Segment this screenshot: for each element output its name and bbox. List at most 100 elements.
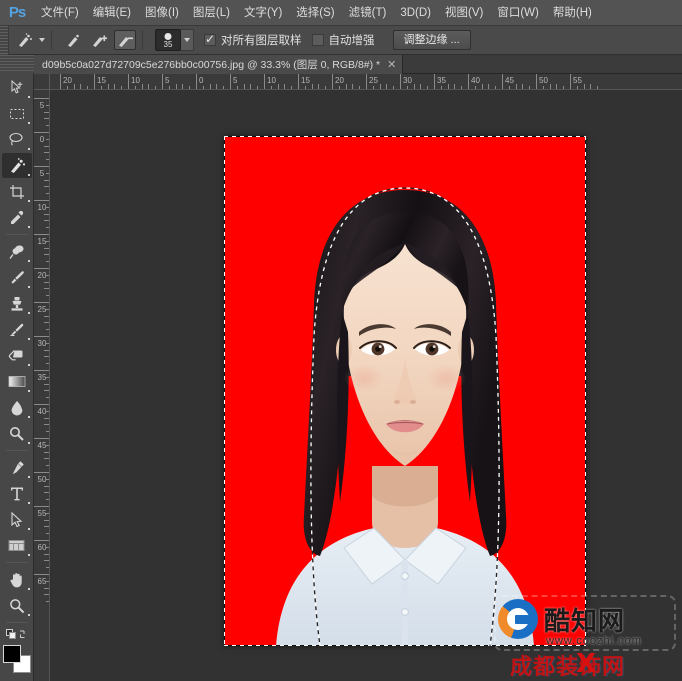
ruler-tick-minor: [46, 206, 49, 208]
add-to-selection-mode-icon[interactable]: [88, 30, 110, 50]
ruler-tick-minor: [66, 86, 68, 89]
ruler-tick-minor: [46, 193, 49, 195]
vertical-ruler[interactable]: 5 0 5 10 15 20 25 30 35 40 45 50 55 60 65: [34, 90, 50, 681]
menu-select[interactable]: 选择(S): [289, 0, 341, 26]
ruler-tick-minor: [44, 118, 49, 120]
ruler-tick-minor: [44, 560, 49, 562]
clone-stamp-tool[interactable]: [2, 291, 32, 316]
ruler-label: 20: [63, 76, 72, 85]
zoom-tool[interactable]: [2, 593, 32, 618]
ruler-tick-minor: [46, 342, 49, 344]
subtract-from-selection-mode-icon[interactable]: [114, 30, 136, 50]
pen-tool[interactable]: [2, 455, 32, 480]
rectangle-tool[interactable]: [2, 533, 32, 558]
history-brush-tool[interactable]: [2, 317, 32, 342]
brush-size-preview[interactable]: 35: [155, 29, 181, 51]
menu-image[interactable]: 图像(I): [138, 0, 186, 26]
new-selection-mode-icon[interactable]: [62, 30, 84, 50]
color-swatches[interactable]: [2, 644, 32, 674]
ruler-tick-minor: [549, 84, 551, 89]
ruler-tick-minor: [257, 86, 259, 89]
ruler-tick-minor: [270, 86, 272, 89]
tool-group-indicator: [27, 286, 30, 288]
horizontal-type-tool[interactable]: [2, 481, 32, 506]
menu-edit[interactable]: 编辑(E): [86, 0, 138, 26]
blur-tool[interactable]: [2, 395, 32, 420]
ruler-tick-minor: [44, 179, 49, 181]
ruler-tick-minor: [44, 152, 49, 154]
ruler-tick-major: [34, 302, 49, 303]
tool-group-indicator: [27, 364, 30, 366]
refine-edge-button[interactable]: 调整边缘 ...: [392, 30, 471, 50]
spot-healing-brush-tool[interactable]: [2, 239, 32, 264]
ruler-tick-minor: [406, 86, 408, 89]
brush-options-chevron-down-icon[interactable]: [181, 29, 194, 51]
ruler-tick-minor: [488, 84, 490, 89]
eraser-tool[interactable]: [2, 343, 32, 368]
ruler-tick-minor: [134, 86, 136, 89]
document-canvas[interactable]: [224, 136, 586, 646]
tools-panel-grip[interactable]: [0, 55, 34, 73]
menu-3d[interactable]: 3D(D): [393, 0, 438, 26]
rectangular-marquee-tool[interactable]: [2, 101, 32, 126]
photoshop-window: Ps 文件(F) 编辑(E) 图像(I) 图层(L) 文字(Y) 选择(S) 滤…: [0, 0, 682, 681]
quick-selection-tool-icon[interactable]: [13, 30, 35, 50]
quick-selection-tool[interactable]: [1, 153, 32, 178]
gradient-tool[interactable]: [2, 369, 32, 394]
document-tab[interactable]: d09b5c0a027d72709c5e276bb0c00756.jpg @ 3…: [34, 55, 404, 74]
ruler-tick-minor: [44, 458, 49, 460]
crop-tool[interactable]: [2, 179, 32, 204]
ruler-tick-minor: [223, 86, 225, 89]
ruler-tick-major: [34, 132, 49, 133]
tools-divider-1: [5, 234, 28, 235]
ruler-tick-major: [366, 74, 367, 89]
options-divider-1: [51, 30, 52, 50]
menu-filter[interactable]: 滤镜(T): [342, 0, 394, 26]
move-tool[interactable]: [2, 75, 32, 100]
menu-view[interactable]: 视图(V): [438, 0, 490, 26]
ruler-tick-minor: [46, 227, 49, 229]
auto-enhance-checkbox-group[interactable]: 自动增强: [311, 32, 375, 48]
menu-help[interactable]: 帮助(H): [546, 0, 599, 26]
ruler-tick-major: [34, 438, 49, 439]
tool-preset-chevron-down-icon[interactable]: [39, 38, 45, 42]
tools-divider-2: [5, 450, 28, 451]
ruler-label: 50: [539, 76, 548, 85]
canvas-area[interactable]: 酷知网 www.coozhi.com 成都装饰网 成都装饰网 X: [50, 90, 682, 681]
horizontal-ruler[interactable]: 20 15 10 5 0 5 10 15 20 25 30 35 40 45 50 55: [50, 74, 682, 90]
menu-layer[interactable]: 图层(L): [186, 0, 237, 26]
ruler-tick-minor: [46, 295, 49, 297]
foreground-color-swatch[interactable]: [2, 645, 21, 663]
options-bar-grip[interactable]: [0, 25, 9, 55]
close-icon[interactable]: ✕: [387, 59, 396, 70]
hand-tool[interactable]: [2, 567, 32, 592]
dodge-tool[interactable]: [2, 421, 32, 446]
ruler-tick-major: [60, 74, 61, 89]
menu-type[interactable]: 文字(Y): [237, 0, 289, 26]
ruler-origin-corner[interactable]: [34, 74, 50, 90]
ruler-tick-minor: [148, 84, 150, 89]
ruler-tick-minor: [304, 86, 306, 89]
menu-file[interactable]: 文件(F): [34, 0, 86, 26]
ruler-tick-minor: [447, 84, 449, 89]
ruler-tick-major: [570, 74, 571, 89]
lasso-tool[interactable]: [2, 127, 32, 152]
ruler-tick-minor: [44, 247, 49, 249]
ruler-tick-minor: [46, 533, 49, 535]
ruler-tick-minor: [379, 84, 381, 89]
sample-all-layers-checkbox[interactable]: [204, 32, 216, 46]
ruler-tick-minor: [46, 376, 49, 378]
brush-size-dot-icon: [164, 33, 172, 40]
menu-window[interactable]: 窗口(W): [490, 0, 546, 26]
ruler-tick-minor: [46, 308, 49, 310]
sample-all-layers-checkbox-group[interactable]: 对所有图层取样: [204, 32, 302, 48]
default-colors-icon[interactable]: [2, 627, 32, 641]
path-selection-tool[interactable]: [2, 507, 32, 532]
ruler-tick-minor: [44, 356, 49, 358]
brush-tool[interactable]: [2, 265, 32, 290]
ruler-tick-minor: [44, 587, 49, 589]
ruler-tick-minor: [216, 84, 218, 89]
auto-enhance-checkbox[interactable]: [311, 34, 324, 46]
ruler-label: 40: [471, 76, 480, 85]
eyedropper-tool[interactable]: [2, 205, 32, 230]
